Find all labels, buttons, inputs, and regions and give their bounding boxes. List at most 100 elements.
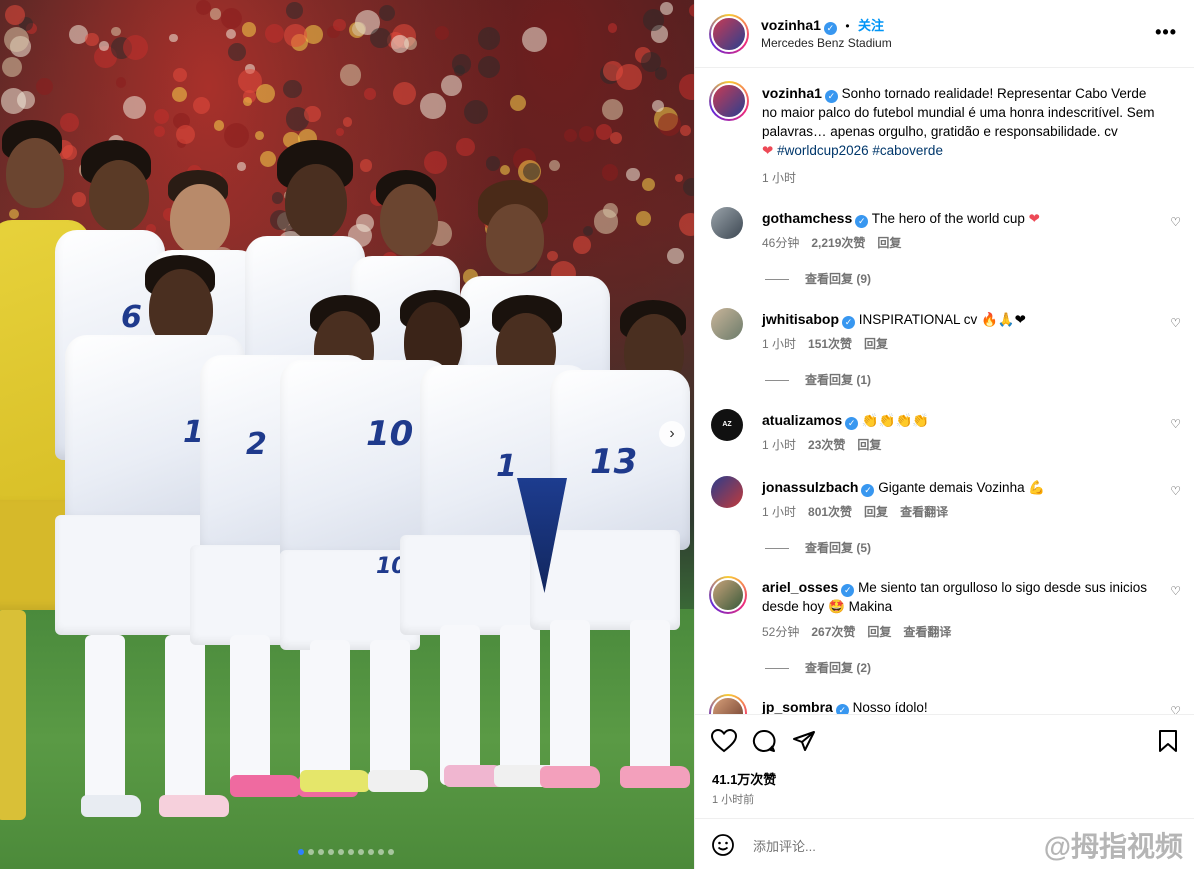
comment-body: The hero of the world cup	[871, 211, 1025, 226]
like-comment-icon[interactable]: ♡	[1170, 704, 1181, 714]
like-comment-icon[interactable]: ♡	[1170, 417, 1181, 431]
crowd-speck	[226, 28, 237, 39]
verified-icon: ✓	[845, 417, 859, 430]
comment-likes[interactable]: 2,219次赞	[811, 236, 865, 250]
like-comment-icon[interactable]: ♡	[1170, 316, 1181, 330]
like-comment-icon[interactable]: ♡	[1170, 484, 1181, 498]
commenter-avatar[interactable]	[709, 694, 747, 714]
comment-icon[interactable]	[752, 729, 776, 753]
reply-button[interactable]: 回复	[864, 337, 888, 351]
commenter-username[interactable]: ariel_osses	[762, 579, 838, 595]
crowd-speck	[636, 211, 652, 226]
crowd-speck	[549, 160, 561, 172]
crowd-speck	[675, 174, 684, 183]
comment-likes[interactable]: 151次赞	[808, 337, 852, 351]
carousel-dot[interactable]	[318, 849, 324, 855]
carousel-next-button[interactable]: ›	[659, 421, 685, 447]
carousel-dot[interactable]	[348, 849, 354, 855]
like-comment-icon[interactable]: ♡	[1170, 215, 1181, 229]
crowd-speck	[115, 77, 127, 88]
crowd-speck	[255, 83, 276, 103]
comment-extra: Makina	[844, 599, 893, 614]
share-icon[interactable]	[792, 729, 816, 753]
commenter-avatar[interactable]	[711, 308, 743, 340]
carousel-dot[interactable]	[338, 849, 344, 855]
crowd-speck	[610, 131, 623, 145]
carousel-dot[interactable]	[298, 849, 304, 855]
save-icon[interactable]	[1158, 729, 1178, 753]
carousel-dot[interactable]	[378, 849, 384, 855]
comment-body: INSPIRATIONAL cv	[858, 312, 978, 327]
more-options-icon[interactable]: •••	[1155, 22, 1177, 43]
crowd-speck	[379, 4, 396, 21]
commenter-username[interactable]: jwhitisabop	[762, 311, 839, 327]
comment-text: jp_sombra ✓ Nosso ídolo!	[762, 698, 1158, 714]
carousel-dot[interactable]	[308, 849, 314, 855]
crowd-speck	[509, 94, 526, 111]
author-username[interactable]: vozinha1	[761, 17, 821, 33]
comment-input[interactable]: 添加评论...	[753, 836, 816, 855]
post-panel: vozinha1 ✓ • 关注 Mercedes Benz Stadium •••…	[694, 0, 1194, 869]
jersey-number: 13	[590, 442, 638, 482]
crowd-speck	[227, 43, 246, 61]
crowd-speck	[265, 24, 285, 44]
comment-likes[interactable]: 267次赞	[811, 625, 855, 639]
crowd-speck	[339, 64, 361, 86]
carousel-dot[interactable]	[388, 849, 394, 855]
likes-count[interactable]: 41.1万次赞	[712, 769, 776, 788]
author-avatar[interactable]	[709, 14, 749, 54]
carousel-dot[interactable]	[368, 849, 374, 855]
view-replies-button[interactable]: 查看回复 (2)	[765, 659, 871, 676]
commenter-avatar[interactable]: AZ	[711, 409, 743, 441]
separator: •	[845, 19, 850, 33]
comment-likes[interactable]: 801次赞	[808, 505, 852, 519]
commenter-avatar[interactable]	[711, 476, 743, 508]
comment-time: 1 小时	[762, 505, 797, 519]
view-replies-button[interactable]: 查看回复 (1)	[765, 371, 871, 388]
verified-icon: ✓	[823, 22, 837, 35]
crowd-speck	[463, 100, 488, 125]
reply-button[interactable]: 回复	[864, 505, 888, 519]
location-link[interactable]: Mercedes Benz Stadium	[761, 36, 892, 50]
commenter-username[interactable]: gothamchess	[762, 210, 852, 226]
emoji-icon[interactable]	[711, 833, 735, 857]
commenter-username[interactable]: jonassulzbach	[762, 479, 858, 495]
carousel-dot[interactable]	[358, 849, 364, 855]
reply-button[interactable]: 回复	[857, 438, 881, 452]
carousel-dot[interactable]	[328, 849, 334, 855]
follow-button[interactable]: 关注	[858, 18, 884, 33]
comment-likes[interactable]: 23次赞	[808, 438, 845, 452]
caption-username[interactable]: vozinha1	[762, 85, 822, 101]
comment-body: Nosso ídolo!	[852, 700, 928, 714]
translate-button[interactable]: 查看翻译	[900, 505, 948, 519]
comment-text: atualizamos ✓ 👏👏👏👏	[762, 411, 1158, 430]
caption-hashtags[interactable]: #worldcup2026 #caboverde	[777, 143, 943, 158]
crowd-speck	[683, 177, 694, 196]
commenter-avatar[interactable]	[711, 207, 743, 239]
comment-meta: 1 小时 151次赞 回复	[762, 335, 900, 352]
commenter-avatar[interactable]	[709, 576, 747, 614]
comment-time: 52分钟	[762, 625, 800, 639]
comment-body: Gigante demais Vozinha	[878, 480, 1025, 495]
crowd-speck	[601, 99, 623, 121]
view-replies-button[interactable]: 查看回复 (5)	[765, 539, 871, 556]
crowd-speck	[172, 67, 188, 83]
author-avatar[interactable]	[709, 81, 749, 121]
post-media[interactable]: 6 15 2	[0, 0, 694, 869]
commenter-username[interactable]: atualizamos	[762, 412, 842, 428]
view-replies-button[interactable]: 查看回复 (9)	[765, 270, 871, 287]
like-comment-icon[interactable]: ♡	[1170, 584, 1181, 598]
commenter-username[interactable]: jp_sombra	[762, 699, 833, 714]
comment-emoji: ❤	[1028, 211, 1040, 226]
translate-button[interactable]: 查看翻译	[903, 625, 951, 639]
comments-scroll[interactable]: vozinha1 ✓ Sonho tornado realidade! Repre…	[695, 69, 1194, 714]
crowd-speck	[99, 41, 109, 51]
reply-button[interactable]: 回复	[877, 236, 901, 250]
caption-text: vozinha1 ✓ Sonho tornado realidade! Repre…	[762, 84, 1162, 160]
reply-button[interactable]: 回复	[867, 625, 891, 639]
crowd-speck	[499, 164, 510, 176]
like-icon[interactable]	[711, 729, 737, 753]
crowd-speck	[172, 87, 188, 103]
crowd-speck	[678, 74, 694, 100]
verified-icon: ✓	[824, 90, 838, 103]
